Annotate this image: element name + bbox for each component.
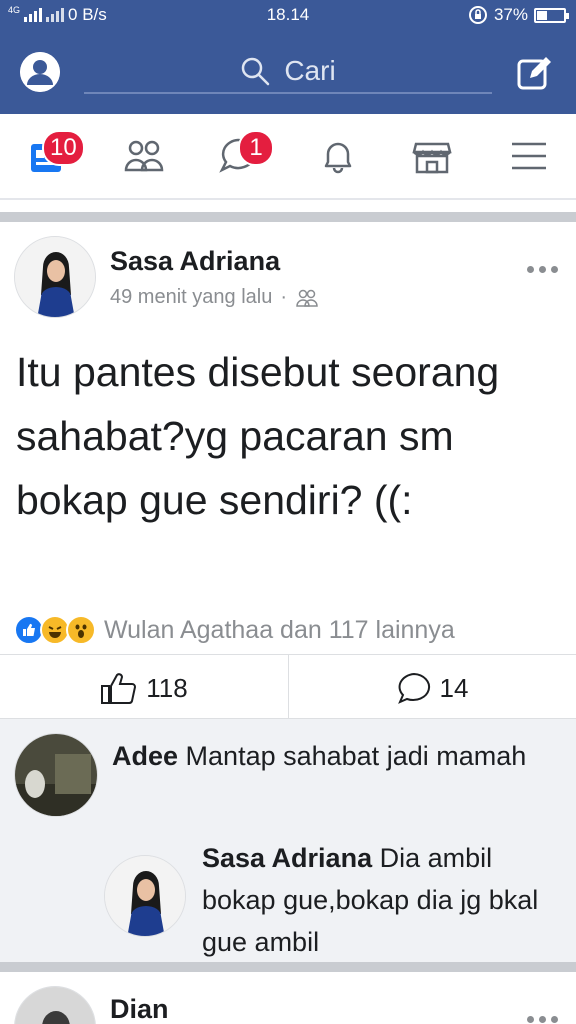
battery-fill <box>537 10 547 20</box>
comment-count: 14 <box>439 672 469 703</box>
comment-button[interactable]: 14 <box>288 655 576 721</box>
tab-marketplace[interactable] <box>408 132 458 182</box>
meta-separator: · <box>280 286 287 308</box>
post-divider <box>0 962 576 972</box>
comment-body: Mantap sahabat jadi mamah <box>185 741 527 771</box>
commenter-avatar[interactable] <box>14 733 98 817</box>
reactions-summary[interactable]: Wulan Agathaa dan 117 lainnya <box>14 612 455 648</box>
post-text: Itu pantes disebut seorang sahabat?yg pa… <box>16 349 500 523</box>
tab-menu[interactable] <box>506 132 556 182</box>
status-bar: 4G 0 B/s 18.14 37% <box>0 0 576 30</box>
status-right: 37% <box>468 5 569 25</box>
next-post: Dian <box>0 972 576 1024</box>
tab-friends[interactable] <box>122 132 172 182</box>
post-meta: 49 menit yang lalu · <box>110 286 319 309</box>
search-icon <box>242 57 270 86</box>
post-time[interactable]: 49 menit yang lalu <box>110 286 272 309</box>
feed-badge: 10 <box>42 130 85 166</box>
post-actions: 118 14 <box>0 654 576 721</box>
more-options-icon[interactable] <box>527 266 558 273</box>
compose-icon[interactable] <box>516 54 554 92</box>
app-header: Cari <box>0 30 576 114</box>
feed-divider <box>0 212 576 222</box>
friends-icon <box>124 140 164 172</box>
reply: Sasa Adriana Dia ambil bokap gue,bokap d… <box>202 837 552 963</box>
like-count: 118 <box>146 672 188 703</box>
battery-percent: 37% <box>493 5 528 24</box>
tab-news-feed[interactable]: 10 <box>28 130 85 182</box>
next-more-options-icon[interactable] <box>527 1016 558 1023</box>
thumbs-up-icon <box>101 673 137 704</box>
friends-icon <box>296 289 318 307</box>
author-avatar[interactable] <box>14 236 96 318</box>
comment: Adee Mantap sahabat jadi mamah <box>112 735 552 777</box>
next-author-avatar[interactable] <box>14 986 96 1024</box>
battery-icon <box>534 7 569 23</box>
nav-bar: 10 1 <box>0 114 576 200</box>
messages-badge: 1 <box>238 130 274 166</box>
tab-notifications[interactable] <box>314 132 364 182</box>
search-placeholder: Cari <box>284 55 336 86</box>
comments-section: Adee Mantap sahabat jadi mamah Sasa Adri… <box>0 718 576 962</box>
rotation-lock-icon <box>468 6 487 24</box>
profile-icon[interactable] <box>20 52 60 92</box>
reply-author[interactable]: Sasa Adriana <box>202 843 372 873</box>
next-post-author[interactable]: Dian <box>110 994 169 1024</box>
reactions-text: Wulan Agathaa dan 117 lainnya <box>104 615 455 644</box>
like-button[interactable]: 118 <box>0 655 288 721</box>
post-author[interactable]: Sasa Adriana <box>110 246 280 277</box>
bell-icon <box>324 142 352 174</box>
marketplace-icon <box>412 142 452 174</box>
menu-icon <box>512 142 546 170</box>
comment-icon <box>397 672 430 704</box>
tab-messages[interactable]: 1 <box>218 130 274 182</box>
search-input[interactable]: Cari <box>84 50 492 94</box>
wow-icon <box>66 615 96 645</box>
comment-author[interactable]: Adee <box>112 741 178 771</box>
reply-avatar[interactable] <box>104 855 186 937</box>
